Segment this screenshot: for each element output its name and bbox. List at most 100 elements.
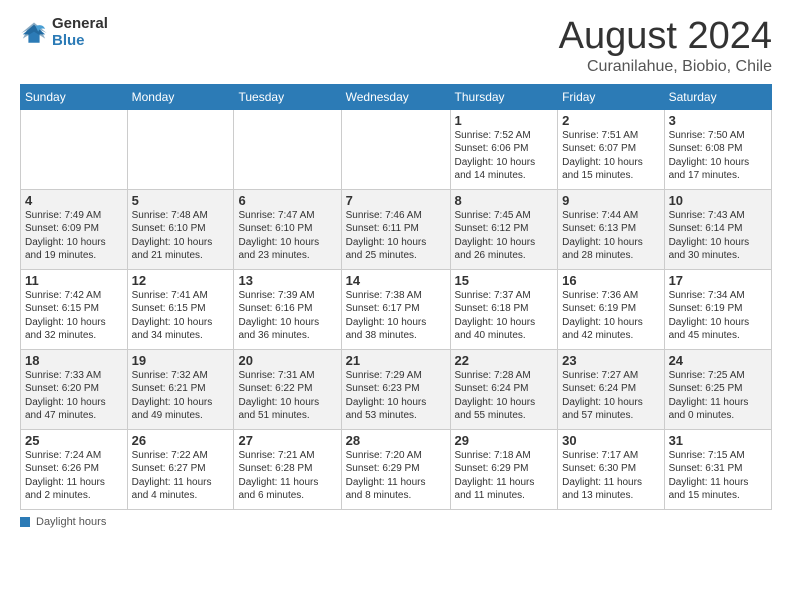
day-info: Sunrise: 7:41 AM Sunset: 6:15 PM Dayligh… — [132, 289, 230, 343]
day-number: 15 — [455, 273, 554, 288]
day-number: 28 — [346, 433, 446, 448]
day-number: 3 — [669, 113, 767, 128]
day-info: Sunrise: 7:33 AM Sunset: 6:20 PM Dayligh… — [25, 369, 123, 423]
calendar-cell: 29Sunrise: 7:18 AM Sunset: 6:29 PM Dayli… — [450, 429, 558, 509]
calendar-cell: 16Sunrise: 7:36 AM Sunset: 6:19 PM Dayli… — [558, 269, 664, 349]
calendar-cell: 31Sunrise: 7:15 AM Sunset: 6:31 PM Dayli… — [664, 429, 771, 509]
calendar-cell: 1Sunrise: 7:52 AM Sunset: 6:06 PM Daylig… — [450, 109, 558, 189]
day-number: 30 — [562, 433, 659, 448]
calendar-cell: 4Sunrise: 7:49 AM Sunset: 6:09 PM Daylig… — [21, 189, 128, 269]
calendar-cell: 23Sunrise: 7:27 AM Sunset: 6:24 PM Dayli… — [558, 349, 664, 429]
calendar-cell: 19Sunrise: 7:32 AM Sunset: 6:21 PM Dayli… — [127, 349, 234, 429]
calendar-cell: 8Sunrise: 7:45 AM Sunset: 6:12 PM Daylig… — [450, 189, 558, 269]
calendar-week-row: 4Sunrise: 7:49 AM Sunset: 6:09 PM Daylig… — [21, 189, 772, 269]
day-number: 13 — [238, 273, 336, 288]
day-info: Sunrise: 7:37 AM Sunset: 6:18 PM Dayligh… — [455, 289, 554, 343]
calendar-cell: 15Sunrise: 7:37 AM Sunset: 6:18 PM Dayli… — [450, 269, 558, 349]
day-number: 9 — [562, 193, 659, 208]
day-info: Sunrise: 7:44 AM Sunset: 6:13 PM Dayligh… — [562, 209, 659, 263]
calendar-cell: 22Sunrise: 7:28 AM Sunset: 6:24 PM Dayli… — [450, 349, 558, 429]
day-info: Sunrise: 7:21 AM Sunset: 6:28 PM Dayligh… — [238, 449, 336, 503]
day-number: 5 — [132, 193, 230, 208]
day-number: 12 — [132, 273, 230, 288]
calendar-cell: 30Sunrise: 7:17 AM Sunset: 6:30 PM Dayli… — [558, 429, 664, 509]
calendar-cell — [341, 109, 450, 189]
day-info: Sunrise: 7:28 AM Sunset: 6:24 PM Dayligh… — [455, 369, 554, 423]
calendar-cell: 3Sunrise: 7:50 AM Sunset: 6:08 PM Daylig… — [664, 109, 771, 189]
day-info: Sunrise: 7:18 AM Sunset: 6:29 PM Dayligh… — [455, 449, 554, 503]
day-number: 22 — [455, 353, 554, 368]
calendar-cell: 24Sunrise: 7:25 AM Sunset: 6:25 PM Dayli… — [664, 349, 771, 429]
logo-line2: Blue — [52, 33, 108, 50]
day-info: Sunrise: 7:34 AM Sunset: 6:19 PM Dayligh… — [669, 289, 767, 343]
calendar-cell — [21, 109, 128, 189]
day-info: Sunrise: 7:31 AM Sunset: 6:22 PM Dayligh… — [238, 369, 336, 423]
calendar-cell — [234, 109, 341, 189]
header: General Blue August 2024 Curanilahue, Bi… — [20, 16, 772, 76]
calendar-cell: 6Sunrise: 7:47 AM Sunset: 6:10 PM Daylig… — [234, 189, 341, 269]
day-info: Sunrise: 7:45 AM Sunset: 6:12 PM Dayligh… — [455, 209, 554, 263]
day-info: Sunrise: 7:32 AM Sunset: 6:21 PM Dayligh… — [132, 369, 230, 423]
calendar-week-row: 25Sunrise: 7:24 AM Sunset: 6:26 PM Dayli… — [21, 429, 772, 509]
day-info: Sunrise: 7:15 AM Sunset: 6:31 PM Dayligh… — [669, 449, 767, 503]
logo-icon — [20, 19, 48, 47]
day-number: 20 — [238, 353, 336, 368]
day-info: Sunrise: 7:17 AM Sunset: 6:30 PM Dayligh… — [562, 449, 659, 503]
day-info: Sunrise: 7:46 AM Sunset: 6:11 PM Dayligh… — [346, 209, 446, 263]
calendar-cell: 18Sunrise: 7:33 AM Sunset: 6:20 PM Dayli… — [21, 349, 128, 429]
day-number: 24 — [669, 353, 767, 368]
calendar-cell: 9Sunrise: 7:44 AM Sunset: 6:13 PM Daylig… — [558, 189, 664, 269]
weekday-header: Thursday — [450, 84, 558, 109]
page: General Blue August 2024 Curanilahue, Bi… — [0, 0, 792, 612]
day-number: 6 — [238, 193, 336, 208]
calendar-cell: 11Sunrise: 7:42 AM Sunset: 6:15 PM Dayli… — [21, 269, 128, 349]
day-number: 21 — [346, 353, 446, 368]
day-info: Sunrise: 7:52 AM Sunset: 6:06 PM Dayligh… — [455, 129, 554, 183]
logo: General Blue — [20, 16, 108, 49]
title-block: August 2024 Curanilahue, Biobio, Chile — [559, 16, 772, 76]
calendar-cell: 25Sunrise: 7:24 AM Sunset: 6:26 PM Dayli… — [21, 429, 128, 509]
month-title: August 2024 — [559, 16, 772, 58]
day-info: Sunrise: 7:20 AM Sunset: 6:29 PM Dayligh… — [346, 449, 446, 503]
day-number: 8 — [455, 193, 554, 208]
day-number: 4 — [25, 193, 123, 208]
logo-line1: General — [52, 16, 108, 33]
weekday-header: Monday — [127, 84, 234, 109]
footer-label: Daylight hours — [36, 516, 106, 528]
day-info: Sunrise: 7:29 AM Sunset: 6:23 PM Dayligh… — [346, 369, 446, 423]
weekday-header-row: SundayMondayTuesdayWednesdayThursdayFrid… — [21, 84, 772, 109]
day-info: Sunrise: 7:38 AM Sunset: 6:17 PM Dayligh… — [346, 289, 446, 343]
day-number: 16 — [562, 273, 659, 288]
calendar-cell: 17Sunrise: 7:34 AM Sunset: 6:19 PM Dayli… — [664, 269, 771, 349]
footer: Daylight hours — [20, 516, 772, 528]
calendar-cell: 13Sunrise: 7:39 AM Sunset: 6:16 PM Dayli… — [234, 269, 341, 349]
calendar-cell: 12Sunrise: 7:41 AM Sunset: 6:15 PM Dayli… — [127, 269, 234, 349]
day-info: Sunrise: 7:43 AM Sunset: 6:14 PM Dayligh… — [669, 209, 767, 263]
day-info: Sunrise: 7:22 AM Sunset: 6:27 PM Dayligh… — [132, 449, 230, 503]
day-number: 25 — [25, 433, 123, 448]
logo-text: General Blue — [52, 16, 108, 49]
day-number: 18 — [25, 353, 123, 368]
day-number: 29 — [455, 433, 554, 448]
calendar-cell: 26Sunrise: 7:22 AM Sunset: 6:27 PM Dayli… — [127, 429, 234, 509]
location: Curanilahue, Biobio, Chile — [559, 58, 772, 76]
day-number: 14 — [346, 273, 446, 288]
calendar-cell: 5Sunrise: 7:48 AM Sunset: 6:10 PM Daylig… — [127, 189, 234, 269]
day-number: 1 — [455, 113, 554, 128]
calendar-cell: 10Sunrise: 7:43 AM Sunset: 6:14 PM Dayli… — [664, 189, 771, 269]
day-info: Sunrise: 7:50 AM Sunset: 6:08 PM Dayligh… — [669, 129, 767, 183]
calendar-cell — [127, 109, 234, 189]
weekday-header: Tuesday — [234, 84, 341, 109]
day-number: 11 — [25, 273, 123, 288]
day-number: 23 — [562, 353, 659, 368]
day-info: Sunrise: 7:42 AM Sunset: 6:15 PM Dayligh… — [25, 289, 123, 343]
day-number: 17 — [669, 273, 767, 288]
day-info: Sunrise: 7:48 AM Sunset: 6:10 PM Dayligh… — [132, 209, 230, 263]
weekday-header: Wednesday — [341, 84, 450, 109]
calendar-cell: 28Sunrise: 7:20 AM Sunset: 6:29 PM Dayli… — [341, 429, 450, 509]
weekday-header: Friday — [558, 84, 664, 109]
calendar-cell: 2Sunrise: 7:51 AM Sunset: 6:07 PM Daylig… — [558, 109, 664, 189]
day-info: Sunrise: 7:24 AM Sunset: 6:26 PM Dayligh… — [25, 449, 123, 503]
day-number: 19 — [132, 353, 230, 368]
day-number: 7 — [346, 193, 446, 208]
